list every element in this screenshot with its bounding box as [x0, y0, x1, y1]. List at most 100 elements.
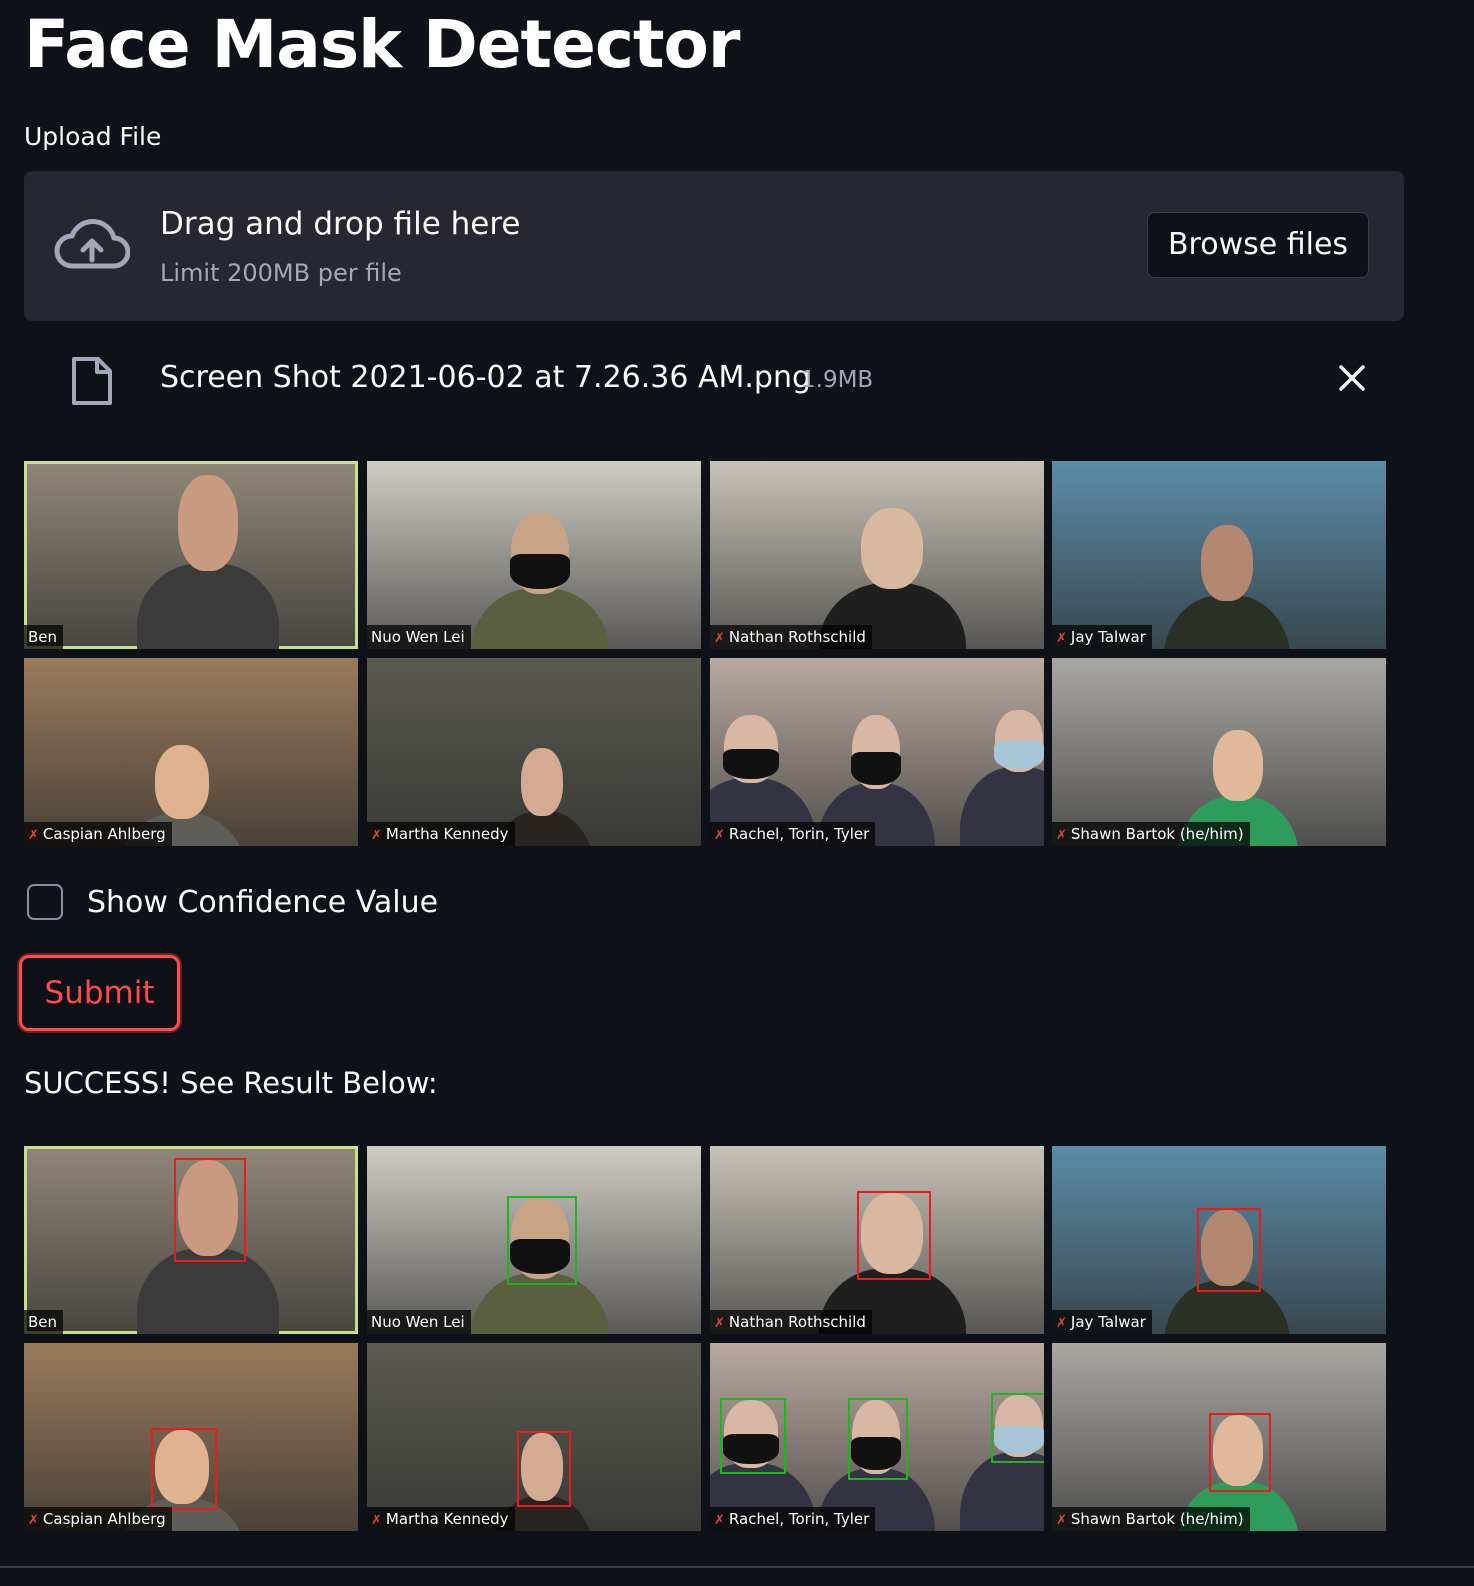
- dropzone-instruction: Drag and drop file here: [160, 206, 521, 242]
- person-body: [136, 563, 280, 649]
- cloud-upload-icon: [54, 218, 130, 269]
- divider: [0, 1566, 1474, 1568]
- muted-mic-icon: ✗: [714, 631, 725, 646]
- participant-name-text: Caspian Ahlberg: [42, 1510, 166, 1528]
- person-face: [861, 508, 923, 589]
- participant-name: ✗ Jay Talwar: [1052, 625, 1152, 649]
- upload-label: Upload File: [24, 122, 162, 151]
- participant-name-text: Martha Kennedy: [385, 825, 509, 843]
- video-tile: ✗ Nathan Rothschild: [710, 1146, 1044, 1334]
- page-title: Face Mask Detector: [24, 6, 740, 83]
- mask-detection-box: [720, 1398, 786, 1474]
- muted-mic-icon: ✗: [1056, 1316, 1067, 1331]
- participant-name: Nuo Wen Lei: [367, 625, 471, 649]
- close-icon[interactable]: [1336, 362, 1368, 394]
- success-message: SUCCESS! See Result Below:: [24, 1066, 438, 1100]
- video-tile: ✗ Martha Kennedy: [367, 658, 701, 846]
- no-mask-detection-box: [1209, 1413, 1271, 1492]
- participant-name-text: Ben: [28, 1313, 58, 1331]
- participant-name-text: Rachel, Torin, Tyler: [728, 1510, 870, 1528]
- person-body: [1164, 595, 1290, 649]
- mask-detection-box: [848, 1398, 908, 1480]
- person-face: [1213, 730, 1263, 801]
- uploaded-file-size: 1.9MB: [801, 367, 874, 393]
- file-icon: [72, 357, 112, 405]
- muted-mic-icon: ✗: [714, 1316, 725, 1331]
- person-body: [960, 1452, 1044, 1531]
- participant-name: ✗ Shawn Bartok (he/him): [1052, 1507, 1250, 1531]
- video-tile: Ben: [24, 1146, 358, 1334]
- person-body: [470, 587, 610, 649]
- confidence-checkbox[interactable]: [27, 884, 63, 920]
- mask-detection-box: [507, 1196, 577, 1285]
- participant-name: ✗ Nathan Rothschild: [710, 625, 872, 649]
- participant-name-text: Caspian Ahlberg: [42, 825, 166, 843]
- video-tile: ✗ Caspian Ahlberg: [24, 1343, 358, 1531]
- participant-name-text: Jay Talwar: [1070, 1313, 1146, 1331]
- no-mask-detection-box: [174, 1158, 246, 1262]
- participant-name: ✗ Caspian Ahlberg: [24, 1507, 172, 1531]
- participant-name-text: Shawn Bartok (he/him): [1070, 825, 1244, 843]
- input-image: Ben Nuo Wen Lei ✗ Nathan Rothschild ✗ Jay Tal…: [24, 461, 1387, 847]
- video-tile: ✗ Martha Kennedy: [367, 1343, 701, 1531]
- video-tile: Nuo Wen Lei: [367, 461, 701, 649]
- no-mask-detection-box: [517, 1431, 571, 1507]
- video-tile: ✗ Jay Talwar: [1052, 1146, 1386, 1334]
- participant-name-text: Nathan Rothschild: [728, 628, 866, 646]
- video-tile: ✗ Caspian Ahlberg: [24, 658, 358, 846]
- participant-name: ✗ Caspian Ahlberg: [24, 822, 172, 846]
- uploaded-file-name: Screen Shot 2021-06-02 at 7.26.36 AM.png: [160, 360, 812, 395]
- mask-detection-box: [991, 1393, 1044, 1463]
- muted-mic-icon: ✗: [1056, 631, 1067, 646]
- browse-files-button[interactable]: Browse files: [1147, 212, 1369, 278]
- submit-button[interactable]: Submit: [19, 955, 180, 1031]
- video-tile: ✗ Shawn Bartok (he/him): [1052, 658, 1386, 846]
- face-mask: [994, 741, 1044, 769]
- muted-mic-icon: ✗: [371, 1513, 382, 1528]
- muted-mic-icon: ✗: [714, 828, 725, 843]
- dropzone-limit: Limit 200MB per file: [160, 259, 402, 287]
- participant-name: ✗ Jay Talwar: [1052, 1310, 1152, 1334]
- video-tile: ✗ Jay Talwar: [1052, 461, 1386, 649]
- face-mask: [723, 749, 779, 780]
- video-tile: ✗ Rachel, Torin, Tyler: [710, 1343, 1044, 1531]
- result-image: Ben Nuo Wen Lei ✗ Nathan Rothschild ✗ Jay Tal…: [24, 1146, 1387, 1532]
- participant-name: ✗ Nathan Rothschild: [710, 1310, 872, 1334]
- participant-name: ✗ Rachel, Torin, Tyler: [710, 1507, 876, 1531]
- participant-name: Ben: [24, 1310, 64, 1334]
- participant-name-text: Shawn Bartok (he/him): [1070, 1510, 1244, 1528]
- participant-name: ✗ Shawn Bartok (he/him): [1052, 822, 1250, 846]
- participant-name-text: Jay Talwar: [1070, 628, 1146, 646]
- video-tile: ✗ Shawn Bartok (he/him): [1052, 1343, 1386, 1531]
- muted-mic-icon: ✗: [28, 1513, 39, 1528]
- participant-name: ✗ Martha Kennedy: [367, 822, 515, 846]
- participant-name-text: Rachel, Torin, Tyler: [728, 825, 870, 843]
- video-tile: ✗ Nathan Rothschild: [710, 461, 1044, 649]
- participant-name-text: Martha Kennedy: [385, 1510, 509, 1528]
- person-body: [960, 767, 1044, 846]
- participant-name: Ben: [24, 625, 64, 649]
- participant-name-text: Nathan Rothschild: [728, 1313, 866, 1331]
- participant-name: ✗ Martha Kennedy: [367, 1507, 515, 1531]
- no-mask-detection-box: [151, 1428, 217, 1510]
- participant-name-text: Nuo Wen Lei: [371, 1313, 465, 1331]
- no-mask-detection-box: [857, 1191, 931, 1280]
- face-mask: [851, 752, 901, 785]
- participant-name-text: Nuo Wen Lei: [371, 628, 465, 646]
- no-mask-detection-box: [1197, 1208, 1261, 1292]
- video-tile: ✗ Rachel, Torin, Tyler: [710, 658, 1044, 846]
- muted-mic-icon: ✗: [28, 828, 39, 843]
- participant-name: Nuo Wen Lei: [367, 1310, 471, 1334]
- confidence-checkbox-label: Show Confidence Value: [87, 885, 439, 920]
- person-face: [521, 748, 563, 816]
- participant-name-text: Ben: [28, 628, 58, 646]
- muted-mic-icon: ✗: [1056, 828, 1067, 843]
- video-tile: Ben: [24, 461, 358, 649]
- participant-name: ✗ Rachel, Torin, Tyler: [710, 822, 876, 846]
- video-tile: Nuo Wen Lei: [367, 1146, 701, 1334]
- muted-mic-icon: ✗: [714, 1513, 725, 1528]
- person-face: [1201, 525, 1253, 601]
- muted-mic-icon: ✗: [371, 828, 382, 843]
- muted-mic-icon: ✗: [1056, 1513, 1067, 1528]
- person-face: [178, 475, 238, 571]
